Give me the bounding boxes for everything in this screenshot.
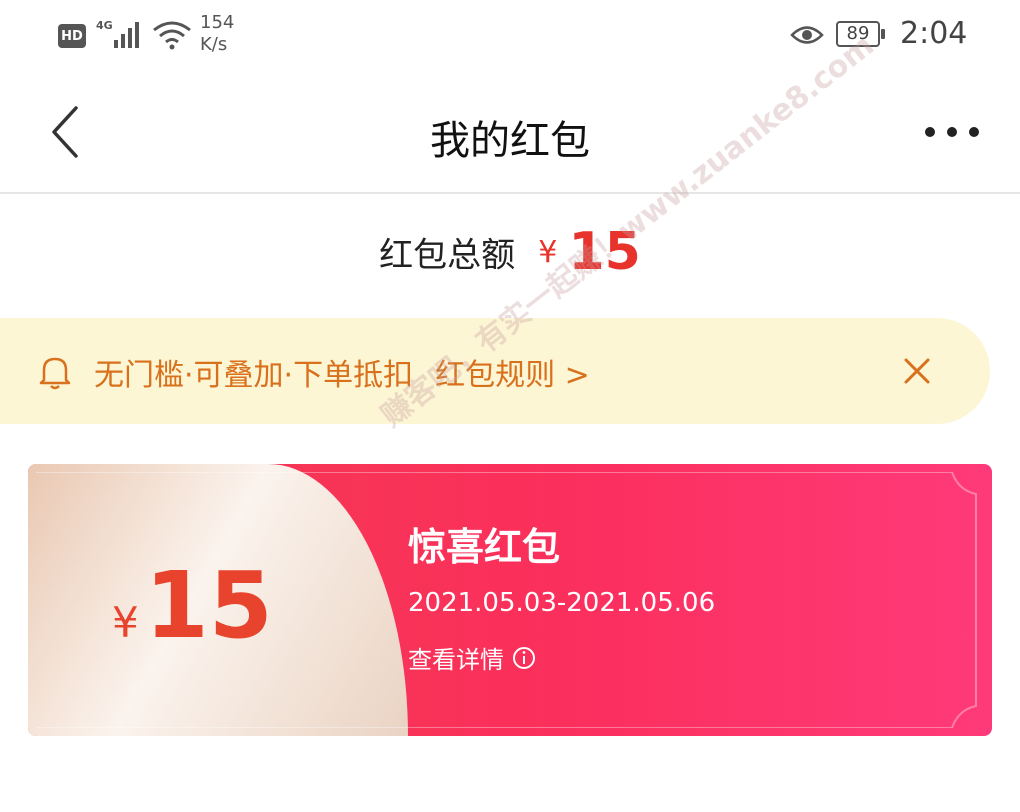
close-icon[interactable] bbox=[900, 354, 934, 388]
view-details-link[interactable]: 查看详情 bbox=[408, 640, 536, 675]
more-options-button[interactable] bbox=[920, 120, 984, 144]
eye-comfort-icon bbox=[790, 26, 824, 44]
network-speed-value: 154 bbox=[200, 12, 235, 33]
wifi-icon bbox=[153, 21, 191, 50]
page-title: 我的红包 bbox=[430, 118, 590, 164]
total-summary: 红包总额 ¥ 15 bbox=[0, 222, 1020, 282]
network-speed-unit: K/s bbox=[200, 34, 228, 55]
view-details-label: 查看详情 bbox=[408, 646, 504, 674]
coupon-currency: ¥ bbox=[112, 598, 139, 647]
hd-badge: HD bbox=[58, 24, 86, 48]
nav-bar: 我的红包 bbox=[0, 72, 1020, 194]
rules-link[interactable]: 红包规则 > bbox=[435, 358, 590, 393]
cellular-signal-icon: 4G bbox=[96, 19, 139, 48]
info-icon bbox=[513, 646, 535, 669]
battery-icon: 89 bbox=[836, 21, 886, 49]
total-amount: 15 bbox=[568, 222, 641, 282]
battery-level: 89 bbox=[836, 21, 880, 47]
coupon-title: 惊喜红包 bbox=[408, 525, 561, 569]
network-type-label: 4G bbox=[96, 19, 113, 32]
total-currency: ¥ bbox=[538, 234, 558, 270]
coupon-card[interactable]: ¥15 惊喜红包 2021.05.03-2021.05.06 查看详情 bbox=[28, 464, 992, 736]
notice-text: 无门槛·可叠加·下单抵扣 红包规则 > bbox=[94, 350, 590, 394]
network-speed: 154 K/s bbox=[200, 12, 234, 56]
notice-banner: 无门槛·可叠加·下单抵扣 红包规则 > bbox=[0, 318, 990, 424]
clock: 2:04 bbox=[900, 16, 968, 51]
coupon-amount: ¥15 bbox=[112, 552, 273, 659]
notice-message: 无门槛·可叠加·下单抵扣 bbox=[94, 358, 414, 393]
total-label: 红包总额 bbox=[379, 235, 516, 276]
bell-icon bbox=[39, 357, 71, 390]
coupon-value: 15 bbox=[144, 552, 273, 659]
status-bar: HD 4G 154 K/s 89 2:04 bbox=[0, 0, 1020, 72]
coupon-validity: 2021.05.03-2021.05.06 bbox=[408, 588, 716, 618]
